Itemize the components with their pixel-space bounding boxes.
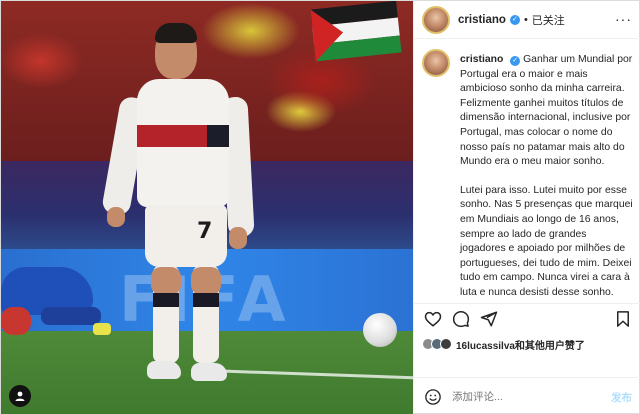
emoji-icon[interactable]: [424, 388, 442, 406]
separator-dot: •: [523, 13, 528, 26]
caption-text: cristiano ✓ Ganhar um Mundial por Portug…: [460, 53, 634, 315]
heart-icon[interactable]: [424, 310, 442, 328]
instagram-post-window: FIFA 7: [0, 0, 640, 414]
post-sidebar: cristiano ✓ • 已关注 ··· cristiano ✓ Ganhar…: [413, 1, 640, 414]
person-glyph: [15, 391, 25, 401]
player-figure: 7: [100, 21, 263, 401]
header-username[interactable]: cristiano: [458, 14, 506, 26]
post-button[interactable]: 发布: [611, 390, 632, 405]
caption-section: cristiano ✓ Ganhar um Mundial por Portug…: [414, 45, 640, 299]
liker-avatar[interactable]: [440, 338, 452, 350]
caption-paragraph-1-text: Ganhar um Mundial por Portugal era o mai…: [460, 54, 633, 168]
palestine-flag: [310, 1, 402, 62]
bookmark-icon[interactable]: [614, 310, 632, 328]
comment-icon[interactable]: [452, 310, 470, 328]
goalkeeper-figure: [1, 263, 111, 347]
verified-icon: ✓: [510, 56, 521, 66]
avatar[interactable]: [422, 5, 450, 34]
likes-text[interactable]: 16lucassilva和其他用户赞了: [456, 337, 585, 352]
caption-username[interactable]: cristiano: [460, 54, 503, 65]
action-bar: [414, 303, 640, 333]
post-photo[interactable]: FIFA 7: [1, 1, 413, 414]
jersey-number: 7: [197, 219, 213, 244]
verified-icon: ✓: [509, 14, 520, 25]
caption-paragraph-2: Lutei para isso. Lutei muito por esse so…: [460, 184, 633, 298]
share-icon[interactable]: [480, 310, 498, 328]
football: [363, 313, 397, 347]
caption-avatar[interactable]: [422, 49, 450, 77]
following-status[interactable]: 已关注: [532, 12, 565, 28]
caption-paragraph-1: cristiano ✓ Ganhar um Mundial por Portug…: [460, 53, 634, 170]
comment-input[interactable]: [452, 390, 582, 403]
user-tag-icon[interactable]: [9, 385, 31, 407]
post-header: cristiano ✓ • 已关注 ···: [414, 1, 640, 39]
comment-bar: 发布: [414, 377, 640, 414]
more-options-icon[interactable]: ···: [615, 11, 632, 27]
likes-row: 16lucassilva和其他用户赞了: [422, 335, 640, 353]
